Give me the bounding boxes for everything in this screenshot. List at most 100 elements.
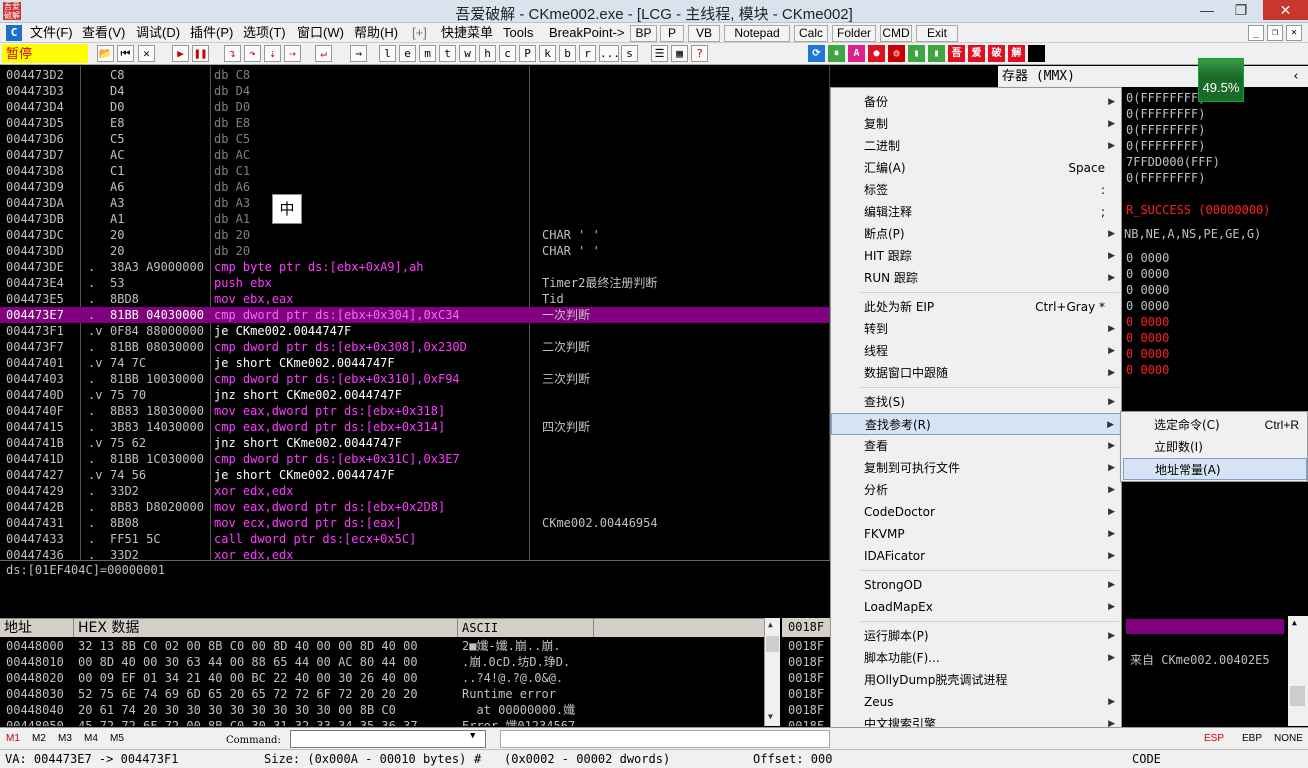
disasm-row[interactable]: 004473D7 AC db AC xyxy=(0,147,829,163)
register-line[interactable]: 0(FFFFFFFF) xyxy=(1126,106,1205,122)
disasm-row[interactable]: 004473DB A1 db A1 xyxy=(0,211,829,227)
toolbar-h[interactable]: h xyxy=(479,45,496,62)
child-close-icon[interactable]: ✕ xyxy=(1286,25,1302,41)
register-line[interactable]: 0(FFFFFFFF) xyxy=(1126,90,1205,106)
context-menu-item[interactable]: HIT 跟踪 ▶ xyxy=(831,245,1121,267)
toolbar-r[interactable]: r xyxy=(579,45,596,62)
toolbar-b[interactable]: b xyxy=(559,45,576,62)
target-icon[interactable]: ◎ xyxy=(888,45,905,62)
toolbar-k[interactable]: k xyxy=(539,45,556,62)
disasm-row[interactable]: 0044741D. 81BB 1C030000 cmp dword ptr ds:[… xyxy=(0,451,829,467)
dump-row[interactable]: 00448000 32 13 8B C0 02 00 8B C0 00 8D 40… xyxy=(0,638,764,654)
toolbar-l[interactable]: l xyxy=(379,45,396,62)
menu-view[interactable]: 查看(V) xyxy=(82,24,125,42)
disasm-row[interactable]: 004473D4 D0 db D0 xyxy=(0,99,829,115)
child-minimize-icon[interactable]: _ xyxy=(1248,25,1264,41)
disasm-row[interactable]: 00447427 .v 74 56 je short CKme002.0044747F xyxy=(0,467,829,483)
disasm-row[interactable]: 0044741B .v 75 62 jnz short CKme002.0044747… xyxy=(0,435,829,451)
close-button[interactable]: ✕ xyxy=(1263,0,1308,20)
submenu-item[interactable]: 立即数(I) xyxy=(1123,436,1307,458)
step-into-icon[interactable]: ↴ xyxy=(224,45,241,62)
p-button[interactable]: P xyxy=(660,25,684,42)
toolbar-t[interactable]: t xyxy=(439,45,456,62)
stack-pane[interactable]: 0018F 0018F 0018F 0018F 0018F 0018F xyxy=(782,637,830,726)
stack-row[interactable]: 0018F xyxy=(788,702,824,718)
context-menu-item[interactable]: 复制 ▶ xyxy=(831,113,1121,135)
close-file-icon[interactable]: ✕ xyxy=(138,45,155,62)
dump-pane[interactable]: 00448000 32 13 8B C0 02 00 8B C0 00 8D 40… xyxy=(0,637,764,726)
notepad-button[interactable]: Notepad xyxy=(724,25,790,42)
disasm-row[interactable]: 004473D3 D4 db D4 xyxy=(0,83,829,99)
disasm-row[interactable]: 004473F7. 81BB 08030000 cmp dword ptr ds:[… xyxy=(0,339,829,355)
register-line[interactable]: 0(FFFFFFFF) xyxy=(1126,122,1205,138)
context-menu-item[interactable]: 数据窗口中跟随 ▶ xyxy=(831,362,1121,384)
trace-into-icon[interactable]: ⇣ xyxy=(264,45,281,62)
collapse-icon[interactable]: ‹ xyxy=(1292,66,1300,87)
context-menu-item[interactable]: 编辑注释; xyxy=(831,201,1121,223)
context-menu-item[interactable]: StrongOD ▶ xyxy=(831,574,1121,596)
follow-esp[interactable]: ESP xyxy=(1204,733,1224,744)
mark-m5[interactable]: M5 xyxy=(110,733,124,744)
context-menu-item[interactable]: CodeDoctor ▶ xyxy=(831,501,1121,523)
disasm-row[interactable]: 004473DC 20 db 20 CHAR ' ' xyxy=(0,227,829,243)
disasm-row[interactable]: 004473E5. 8BD8 mov ebx,eax Tid xyxy=(0,291,829,307)
disasm-row[interactable]: 00447401 .v 74 7C je short CKme002.0044747F xyxy=(0,355,829,371)
plugin-green-icon[interactable]: ⏸ xyxy=(828,45,845,62)
mark-m3[interactable]: M3 xyxy=(58,733,72,744)
run-icon[interactable]: ▶ xyxy=(172,45,189,62)
disasm-row[interactable]: 0044740F. 8B83 18030000 mov eax,dword ptr … xyxy=(0,403,829,419)
dump-row[interactable]: 00448050 45 72 72 6F 72 00 8B C0 30 31 32… xyxy=(0,718,764,726)
disasm-row[interactable]: 004473E4. 53 push ebx Timer2最终注册判断 xyxy=(0,275,829,291)
stack-row[interactable]: 0018F xyxy=(788,670,824,686)
context-menu-item[interactable]: 线程 ▶ xyxy=(831,340,1121,362)
context-menu-item[interactable]: 标签: xyxy=(831,179,1121,201)
stack-scroll-up-icon[interactable]: ▲ xyxy=(1292,618,1297,627)
command-dropdown-icon[interactable]: ▼ xyxy=(470,731,475,741)
stack-row[interactable]: 0018F xyxy=(788,718,824,726)
toolbar-c[interactable]: c xyxy=(499,45,516,62)
dump-row[interactable]: 00448020 00 09 EF 01 34 21 40 00 BC 22 40… xyxy=(0,670,764,686)
mark-m4[interactable]: M4 xyxy=(84,733,98,744)
context-menu-item[interactable]: 复制到可执行文件 ▶ xyxy=(831,457,1121,479)
register-line[interactable]: 0(FFFFFFFF) xyxy=(1126,170,1205,186)
register-line[interactable]: 7FFDD000(FFF) xyxy=(1126,154,1220,170)
toolbar-s[interactable]: s xyxy=(621,45,638,62)
disasm-row[interactable]: 00447429. 33D2 xor edx,edx xyxy=(0,483,829,499)
stack-row[interactable]: 0018F xyxy=(788,686,824,702)
dump-scrollbar[interactable]: ▲ ▼ xyxy=(764,618,780,726)
disasm-row[interactable]: 00447433. FF51 5C call dword ptr ds:[ecx+0… xyxy=(0,531,829,547)
context-menu-item[interactable]: 转到 ▶ xyxy=(831,318,1121,340)
context-menu-item[interactable]: 断点(P) ▶ xyxy=(831,223,1121,245)
sliders2-icon[interactable]: ▮ xyxy=(928,45,945,62)
register-line[interactable]: 0 0000 xyxy=(1126,266,1169,282)
record-icon[interactable]: ● xyxy=(868,45,885,62)
register-line[interactable]: 0 0000 xyxy=(1126,314,1169,330)
context-menu-item[interactable]: 用OllyDump脱壳调试进程 xyxy=(831,669,1121,691)
mark-m2[interactable]: M2 xyxy=(32,733,46,744)
disasm-row[interactable]: 004473D2 C8 db C8 xyxy=(0,67,829,83)
cpu-window-icon[interactable]: C xyxy=(6,25,22,41)
context-menu-item[interactable]: 查找(S) ▶ xyxy=(831,391,1121,413)
disasm-row[interactable]: 00447431. 8B08 mov ecx,dword ptr ds:[eax] C… xyxy=(0,515,829,531)
context-menu-item[interactable]: IDAFicator ▶ xyxy=(831,545,1121,567)
execute-till-return-icon[interactable]: ↵ xyxy=(315,45,332,62)
goto-icon[interactable]: → xyxy=(350,45,367,62)
register-line[interactable]: 0 0000 xyxy=(1126,250,1169,266)
register-line[interactable]: NB,NE,A,NS,PE,GE,G) xyxy=(1124,226,1261,242)
scroll-up-icon[interactable]: ▲ xyxy=(768,620,773,629)
disasm-row[interactable]: 004473E7. 81BB 04030000 cmp dword ptr ds:[… xyxy=(0,307,829,323)
black-icon[interactable] xyxy=(1028,45,1045,62)
pause-icon[interactable]: ❚❚ xyxy=(192,45,209,62)
dump-col-ascii[interactable]: ASCII xyxy=(458,619,594,638)
context-menu-item[interactable]: 备份 ▶ xyxy=(831,91,1121,113)
stack-row[interactable]: 0018F xyxy=(788,654,824,670)
register-line[interactable]: 0 0000 xyxy=(1126,346,1169,362)
open-icon[interactable]: 📂 xyxy=(97,45,114,62)
follow-ebp[interactable]: EBP xyxy=(1242,733,1262,744)
submenu-item[interactable]: 地址常量(A) xyxy=(1123,458,1307,480)
stack-scrollbar[interactable]: ▲ xyxy=(1288,616,1308,726)
menu-shortcut[interactable]: 快捷菜单 xyxy=(441,24,493,42)
disasm-row[interactable]: 00447415. 3B83 14030000 cmp eax,dword ptr … xyxy=(0,419,829,435)
disasm-row[interactable]: 004473DD 20 db 20 CHAR ' ' xyxy=(0,243,829,259)
register-line[interactable]: 0(FFFFFFFF) xyxy=(1126,138,1205,154)
